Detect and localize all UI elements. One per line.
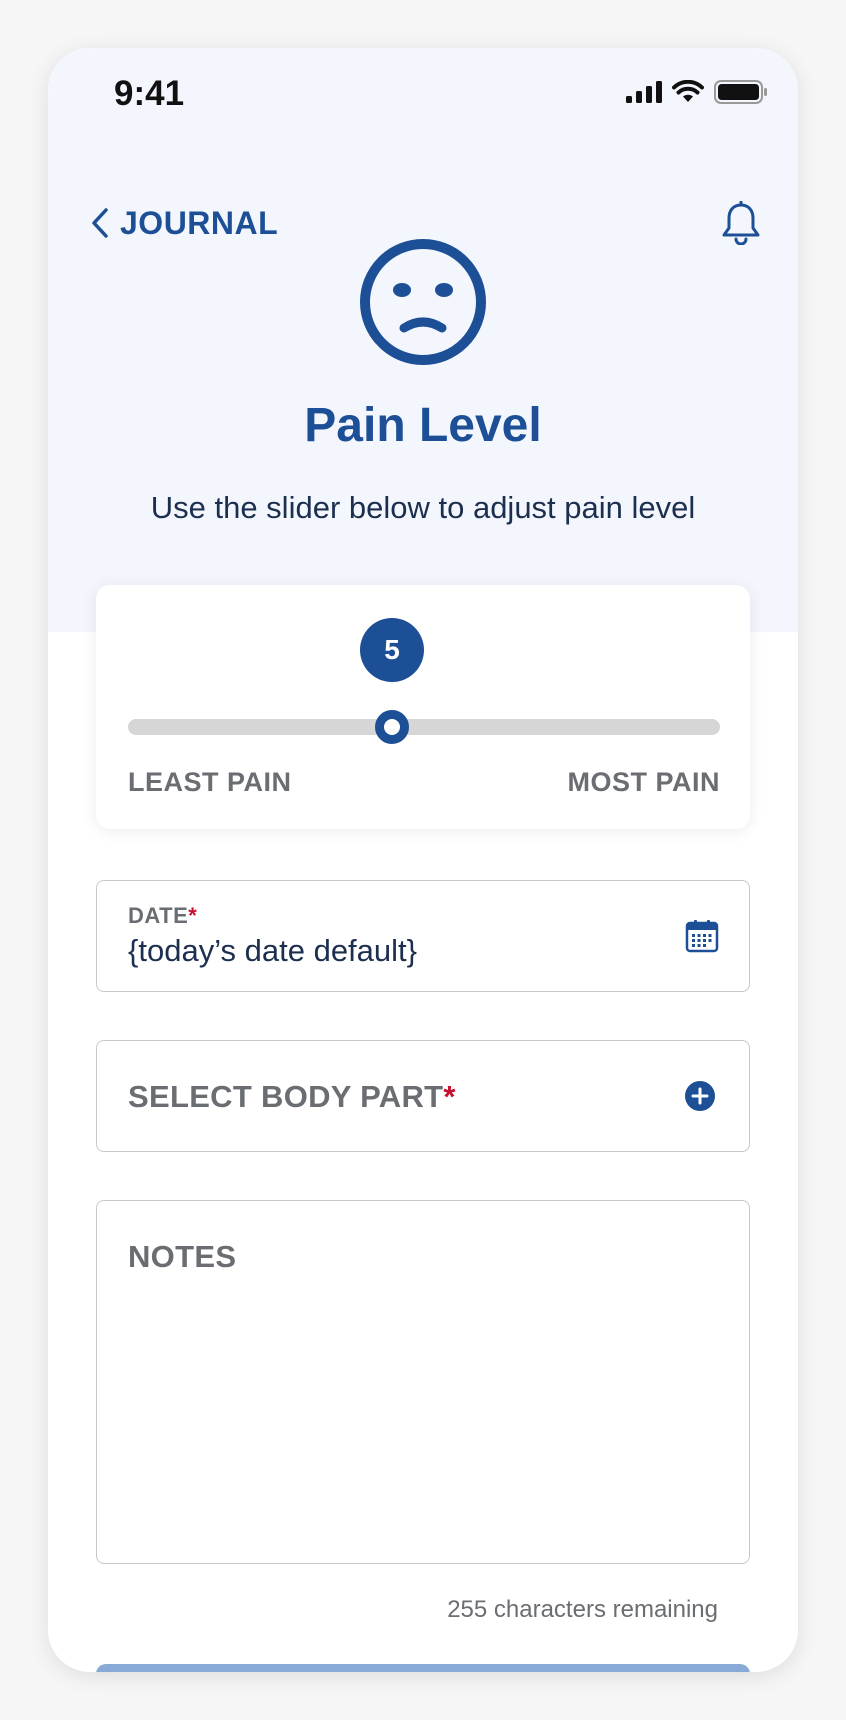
calendar-icon[interactable] (685, 919, 719, 953)
pain-slider-thumb[interactable] (375, 710, 410, 744)
bell-icon (722, 201, 760, 245)
date-field[interactable]: DATE* {today’s date default} (96, 880, 750, 992)
status-time: 9:41 (114, 74, 185, 113)
phone-screen: 9:41 JOURNAL Pain Level Use the slider b… (48, 48, 798, 1672)
notes-label: NOTES (128, 1239, 237, 1274)
status-bar: 9:41 (48, 48, 798, 148)
characters-remaining: 255 characters remaining (447, 1596, 718, 1623)
required-mark: * (443, 1079, 456, 1114)
date-value: {today’s date default} (128, 933, 418, 968)
battery-icon (714, 80, 767, 104)
date-label: DATE* (128, 903, 198, 928)
back-label: JOURNAL (120, 204, 279, 241)
back-button[interactable]: JOURNAL (90, 188, 278, 258)
notifications-button[interactable] (716, 198, 766, 248)
sad-face-icon (360, 239, 486, 365)
page-subtitle: Use the slider below to adjust pain leve… (150, 490, 696, 525)
page-title: Pain Level (304, 399, 542, 452)
required-mark: * (188, 903, 198, 928)
signal-icon (626, 81, 662, 103)
wifi-icon (672, 80, 704, 102)
select-body-part-field[interactable]: SELECT BODY PART* (96, 1040, 750, 1152)
notes-textarea[interactable]: NOTES (96, 1200, 750, 1564)
pain-slider-card: 5 LEAST PAIN MOST PAIN (96, 585, 750, 829)
slider-min-label: LEAST PAIN (128, 767, 292, 797)
plus-circle-icon[interactable] (685, 1081, 715, 1111)
slider-max-label: MOST PAIN (567, 767, 720, 797)
status-icons (626, 80, 768, 104)
slider-value-badge: 5 (360, 618, 424, 682)
body-part-label: SELECT BODY PART* (128, 1079, 456, 1114)
chevron-left-icon (92, 208, 108, 238)
pain-slider-track[interactable] (128, 710, 720, 744)
submit-button[interactable] (96, 1664, 750, 1672)
